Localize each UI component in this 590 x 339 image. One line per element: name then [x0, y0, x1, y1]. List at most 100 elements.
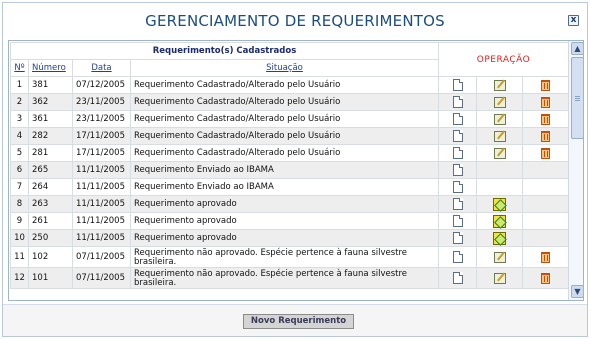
delete-icon[interactable]: [541, 113, 551, 125]
col-header-situacao[interactable]: Situação: [129, 59, 440, 77]
grip-icon: [575, 100, 580, 101]
table-row: 10 250 11/11/2005 Requerimento aprovado: [10, 229, 570, 247]
row-data: 11/11/2005: [72, 161, 131, 179]
op-edit-cell: [476, 212, 524, 230]
col-header-n[interactable]: Nº: [10, 59, 29, 77]
table-row: 1 381 07/12/2005 Requerimento Cadastrado/Al…: [10, 76, 570, 94]
op-delete-cell: [522, 144, 570, 162]
table-caption: Requerimento(s) Cadastrados: [9, 42, 440, 60]
view-icon[interactable]: [452, 164, 463, 176]
view-icon[interactable]: [452, 79, 463, 91]
op-delete-cell: [522, 267, 570, 289]
sort-n-link[interactable]: Nº: [14, 63, 24, 73]
row-number: 3: [10, 110, 29, 128]
edit-icon[interactable]: [493, 96, 506, 108]
edit-icon[interactable]: [493, 272, 506, 284]
row-number: 11: [10, 246, 29, 268]
payment-icon[interactable]: [493, 197, 507, 211]
close-icon[interactable]: x: [568, 15, 579, 26]
row-data: 07/11/2005: [72, 267, 131, 289]
scroll-thumb[interactable]: [571, 57, 583, 139]
title-bar: GERENCIAMENTO DE REQUERIMENTOS x: [3, 3, 587, 39]
row-number: 4: [10, 127, 29, 145]
payment-icon[interactable]: [493, 231, 507, 245]
row-numero: 261: [28, 212, 73, 230]
payment-icon[interactable]: [493, 214, 507, 228]
row-situacao: Requerimento Cadastrado/Alterado pelo Us…: [129, 93, 440, 111]
row-numero: 361: [28, 110, 73, 128]
row-numero: 281: [28, 144, 73, 162]
op-edit-cell: [476, 229, 524, 247]
requirements-list: Requerimento(s) Cadastrados OPERAÇÃO Nº …: [8, 40, 584, 301]
delete-icon[interactable]: [541, 96, 551, 108]
vertical-scrollbar[interactable]: ▲ ▼: [568, 41, 583, 300]
row-situacao: Requerimento não aprovado. Espécie perte…: [129, 246, 440, 268]
view-icon[interactable]: [452, 147, 463, 159]
op-delete-cell: [522, 161, 570, 179]
row-data: 17/11/2005: [72, 127, 131, 145]
sort-situacao-link[interactable]: Situação: [266, 63, 303, 73]
row-situacao: Requerimento aprovado: [129, 195, 440, 213]
edit-icon[interactable]: [493, 130, 506, 142]
row-data: 17/11/2005: [72, 144, 131, 162]
operation-header: OPERAÇÃO: [438, 42, 570, 77]
delete-icon[interactable]: [541, 251, 551, 263]
row-number: 5: [10, 144, 29, 162]
op-view-cell: [438, 76, 478, 94]
op-edit-cell: [476, 76, 524, 94]
view-icon[interactable]: [452, 198, 463, 210]
edit-icon[interactable]: [493, 113, 506, 125]
table-caption-row: Requerimento(s) Cadastrados OPERAÇÃO: [9, 42, 570, 77]
delete-icon[interactable]: [541, 79, 551, 91]
op-delete-cell: [522, 246, 570, 268]
row-situacao: Requerimento aprovado: [129, 212, 440, 230]
delete-icon[interactable]: [541, 130, 551, 142]
op-view-cell: [438, 195, 478, 213]
edit-icon[interactable]: [493, 79, 506, 91]
table-row: 9 261 11/11/2005 Requerimento aprovado: [10, 212, 570, 230]
edit-icon[interactable]: [493, 251, 506, 263]
new-requirement-button[interactable]: Novo Requerimento: [243, 314, 354, 329]
table-row: 5 281 17/11/2005 Requerimento Cadastrado/Al…: [10, 144, 570, 162]
row-data: 07/12/2005: [72, 76, 131, 94]
row-data: 11/11/2005: [72, 178, 131, 196]
op-delete-cell: [522, 93, 570, 111]
op-delete-cell: [522, 110, 570, 128]
op-edit-cell: [476, 127, 524, 145]
view-icon[interactable]: [452, 232, 463, 244]
view-icon[interactable]: [452, 181, 463, 193]
op-edit-cell: [476, 161, 524, 179]
op-edit-cell: [476, 178, 524, 196]
delete-icon[interactable]: [541, 272, 551, 284]
sort-numero-link[interactable]: Número: [32, 63, 66, 73]
sort-data-link[interactable]: Data: [91, 63, 111, 73]
op-edit-cell: [476, 267, 524, 289]
col-header-data[interactable]: Data: [72, 59, 131, 77]
row-numero: 362: [28, 93, 73, 111]
view-icon[interactable]: [452, 96, 463, 108]
op-delete-cell: [522, 229, 570, 247]
view-icon[interactable]: [452, 251, 463, 263]
op-delete-cell: [522, 195, 570, 213]
view-icon[interactable]: [452, 272, 463, 284]
col-header-numero[interactable]: Número: [28, 59, 73, 77]
requirements-dialog: GERENCIAMENTO DE REQUERIMENTOS x Requeri…: [2, 2, 588, 337]
grip-icon: [575, 96, 580, 97]
scroll-down-icon[interactable]: ▼: [571, 285, 583, 298]
op-view-cell: [438, 93, 478, 111]
row-numero: 102: [28, 246, 73, 268]
row-number: 10: [10, 229, 29, 247]
row-number: 6: [10, 161, 29, 179]
row-data: 11/11/2005: [72, 195, 131, 213]
table-row: 4 282 17/11/2005 Requerimento Cadastrado/Al…: [10, 127, 570, 145]
row-data: 23/11/2005: [72, 93, 131, 111]
edit-icon[interactable]: [493, 147, 506, 159]
delete-icon[interactable]: [541, 147, 551, 159]
op-edit-cell: [476, 246, 524, 268]
view-icon[interactable]: [452, 215, 463, 227]
scroll-up-icon[interactable]: ▲: [571, 42, 583, 55]
view-icon[interactable]: [452, 130, 463, 142]
row-numero: 263: [28, 195, 73, 213]
view-icon[interactable]: [452, 113, 463, 125]
requirements-table: Requerimento(s) Cadastrados OPERAÇÃO Nº …: [9, 42, 570, 289]
